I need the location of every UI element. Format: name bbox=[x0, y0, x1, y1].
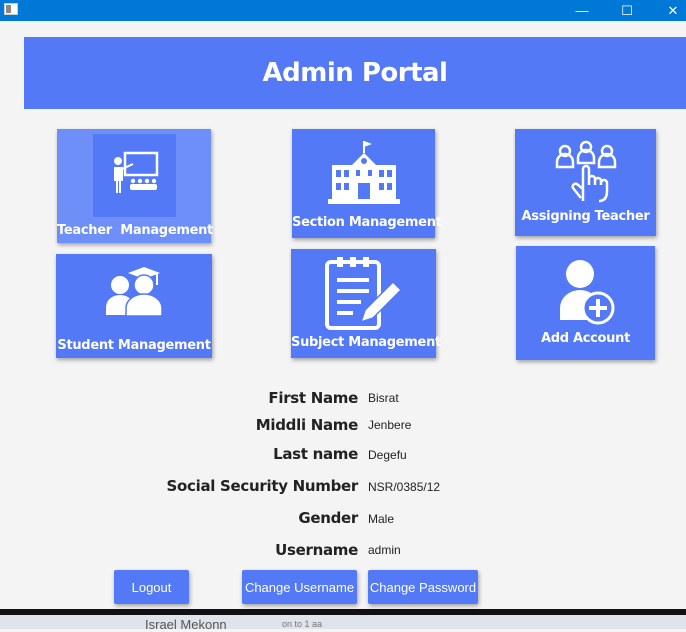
close-icon: ✕ bbox=[667, 2, 679, 18]
taskbar-top-strip bbox=[0, 609, 686, 615]
ssn-value: NSR/0385/12 bbox=[368, 480, 441, 494]
minimize-button[interactable]: — bbox=[565, 0, 599, 21]
maximize-icon: ☐ bbox=[621, 2, 633, 18]
group-select-icon bbox=[555, 140, 617, 203]
taskbar: Israel Mekonn on to 1 aa bbox=[0, 609, 686, 632]
teacher-icon bbox=[114, 151, 159, 193]
window-titlebar[interactable]: — ☐ ✕ bbox=[0, 0, 686, 21]
first-name-label: First Name bbox=[268, 389, 358, 407]
middle-name-label: Middli Name bbox=[255, 416, 359, 434]
maximize-button[interactable]: ☐ bbox=[610, 0, 644, 21]
close-button[interactable]: ✕ bbox=[656, 0, 686, 21]
school-building-icon bbox=[328, 141, 400, 204]
username-label: Username bbox=[275, 541, 358, 559]
teacher-management-label: Teacher Management bbox=[57, 223, 213, 238]
change-username-button[interactable]: Change Username bbox=[242, 570, 357, 604]
gender-value: Male bbox=[368, 512, 395, 526]
add-user-icon bbox=[560, 260, 615, 325]
minimize-icon: — bbox=[575, 3, 589, 18]
subject-management-tile[interactable]: Subject Management bbox=[291, 249, 441, 358]
section-management-label: Section Management bbox=[292, 215, 442, 230]
section-management-tile[interactable]: Section Management bbox=[292, 129, 442, 238]
last-name-label: Last name bbox=[273, 445, 358, 463]
taskbar-text: Israel Mekonn bbox=[145, 617, 227, 632]
clipboard-edit-icon bbox=[325, 257, 403, 330]
add-account-tile[interactable]: Add Account bbox=[516, 246, 655, 360]
students-icon bbox=[106, 267, 163, 317]
change-password-button[interactable]: Change Password bbox=[368, 570, 478, 604]
teacher-management-tile[interactable]: Teacher Management bbox=[57, 129, 213, 243]
portal-header: Admin Portal bbox=[24, 37, 686, 109]
taskbar-subtext: on to 1 aa bbox=[282, 619, 323, 629]
page-title: Admin Portal bbox=[262, 58, 448, 88]
student-management-tile[interactable]: Student Management bbox=[56, 254, 212, 358]
assigning-teacher-label: Assigning Teacher bbox=[521, 209, 650, 224]
last-name-value: Degefu bbox=[368, 448, 407, 462]
add-account-label: Add Account bbox=[540, 331, 631, 346]
gender-label: Gender bbox=[298, 509, 358, 527]
assigning-teacher-tile[interactable]: Assigning Teacher bbox=[515, 129, 656, 236]
student-management-label: Student Management bbox=[57, 338, 211, 353]
app-icon bbox=[4, 3, 18, 15]
first-name-value: Bisrat bbox=[368, 391, 399, 405]
subject-management-label: Subject Management bbox=[291, 335, 441, 350]
ssn-label: Social Security Number bbox=[166, 477, 359, 495]
logout-button[interactable]: Logout bbox=[114, 570, 189, 604]
middle-name-value: Jenbere bbox=[368, 418, 412, 432]
username-value: admin bbox=[368, 543, 401, 557]
